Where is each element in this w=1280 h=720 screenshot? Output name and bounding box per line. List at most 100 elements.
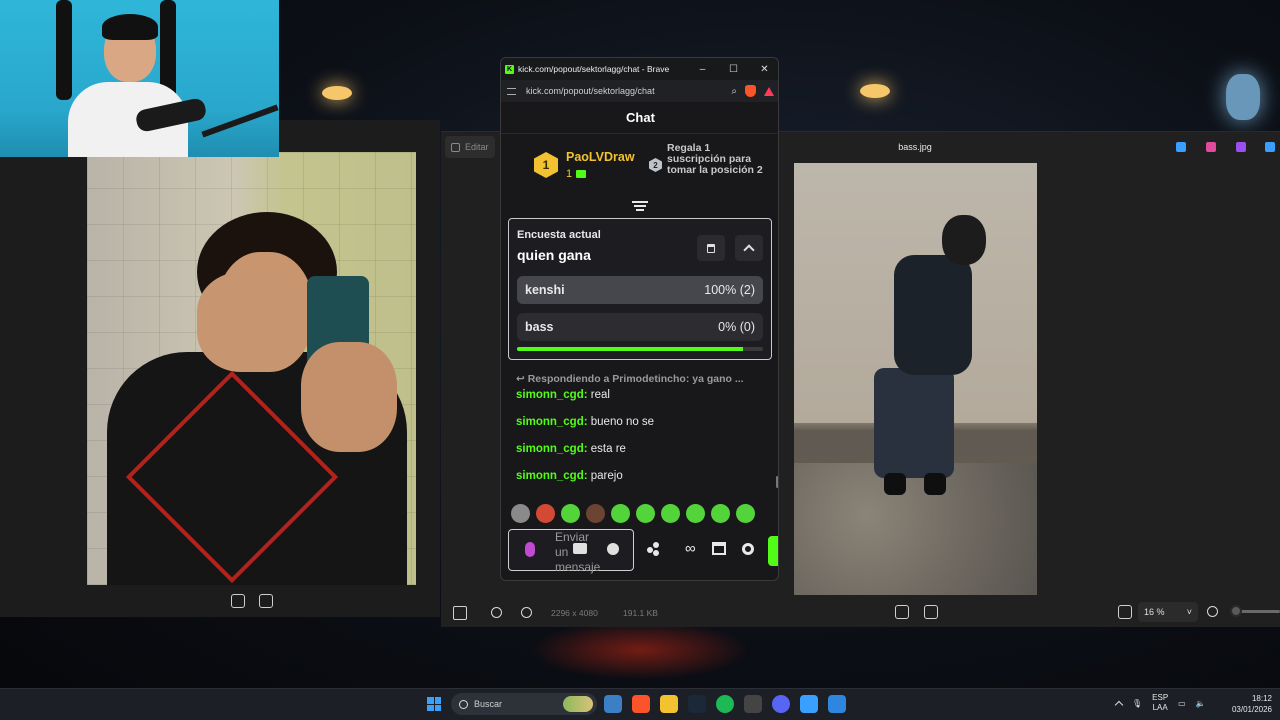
delete-poll-button[interactable] — [697, 235, 725, 261]
zoom-select[interactable]: 16 % ˅ — [1138, 602, 1198, 622]
app-icon[interactable] — [1236, 142, 1246, 152]
app-icon[interactable] — [828, 695, 846, 713]
minimize-button[interactable]: – — [687, 58, 718, 80]
fullscreen-icon[interactable] — [259, 594, 273, 608]
taskbar-clock[interactable]: 18:12 03/01/2026 — [1224, 693, 1272, 715]
chat-text: parejo — [590, 470, 623, 482]
window-titlebar: K kick.com/popout/sektorlagg/chat - Brav… — [501, 58, 778, 80]
maximize-button[interactable]: ☐ — [718, 58, 749, 80]
network-icon[interactable]: ▭ — [1178, 699, 1186, 708]
webcam-overlay — [0, 0, 279, 157]
edit-label: Editar — [465, 142, 489, 152]
send-button[interactable] — [768, 536, 778, 566]
emote[interactable] — [586, 503, 605, 523]
infinity-icon[interactable]: ∞ — [685, 541, 696, 556]
file-explorer-icon[interactable] — [660, 695, 678, 713]
emoji-icon[interactable] — [607, 543, 619, 555]
url-text[interactable]: kick.com/popout/sektorlagg/chat — [526, 86, 655, 96]
taskbar-apps — [604, 695, 846, 713]
volume-icon[interactable]: 🔈 — [1196, 699, 1206, 708]
right-photo-image — [794, 163, 1037, 595]
store-icon[interactable] — [711, 542, 726, 555]
fullscreen-icon[interactable] — [924, 605, 938, 619]
emote[interactable] — [636, 503, 655, 523]
leader-username[interactable]: PaoLVDraw — [566, 150, 635, 164]
window-title: kick.com/popout/sektorlagg/chat - Brave — [518, 64, 670, 74]
collapse-poll-button[interactable] — [735, 235, 763, 261]
gift-leaderboard: 1 PaoLVDraw 1 2 Regala 1 suscripción par… — [501, 135, 778, 201]
chat-message: simonn_cgd: real — [516, 389, 610, 401]
zoom-out-icon[interactable] — [1207, 606, 1218, 617]
emote[interactable] — [661, 503, 680, 523]
app-icon[interactable] — [1206, 142, 1216, 152]
background-light — [322, 86, 352, 100]
leaderboard-prompt: Regala 1 suscripción para tomar la posic… — [667, 142, 763, 176]
chevron-up-icon[interactable] — [1114, 700, 1124, 710]
rank-badge: 1 — [534, 152, 558, 178]
emote[interactable] — [511, 503, 530, 523]
brave-chat-popup: K kick.com/popout/sektorlagg/chat - Brav… — [500, 57, 779, 581]
gear-icon[interactable] — [741, 542, 754, 555]
chevron-up-icon — [743, 244, 755, 256]
app-icon[interactable] — [1265, 142, 1275, 152]
microphone-icon[interactable] — [525, 542, 535, 557]
message-input[interactable]: Enviar un mensaje — [508, 529, 634, 574]
notepad-app-icon[interactable] — [800, 695, 818, 713]
fit-screen-icon[interactable] — [895, 605, 909, 619]
gift-count: 1 — [566, 168, 573, 180]
chat-username[interactable]: simonn_cgd: — [516, 389, 588, 401]
heart-icon[interactable] — [491, 607, 502, 618]
filmstrip-icon[interactable] — [453, 606, 467, 620]
spotify-app-icon[interactable] — [716, 695, 734, 713]
background-light — [1226, 74, 1260, 120]
app-icon[interactable] — [1176, 142, 1186, 152]
chat-username[interactable]: simonn_cgd: — [516, 416, 588, 428]
predictions-icon[interactable] — [647, 541, 669, 556]
brave-rewards-icon[interactable] — [764, 86, 774, 96]
reply-context: ↩ Respondiendo a Primodetincho: ya gano … — [516, 373, 744, 385]
site-settings-icon[interactable] — [507, 87, 516, 95]
microphone-icon[interactable]: 🎙 — [1132, 699, 1142, 708]
pencil-icon — [451, 142, 460, 152]
actual-size-icon[interactable] — [1118, 605, 1132, 619]
poll-option[interactable]: kenshi 100% (2) — [517, 276, 763, 304]
chat-username[interactable]: simonn_cgd: — [516, 443, 588, 455]
discord-app-icon[interactable] — [772, 695, 790, 713]
emote[interactable] — [561, 503, 580, 523]
poll-option-result: 0% (0) — [718, 320, 755, 334]
emote[interactable] — [736, 503, 755, 523]
start-button[interactable] — [427, 697, 441, 711]
search-highlight-image — [563, 696, 593, 712]
brave-app-icon[interactable] — [632, 695, 650, 713]
translate-icon[interactable] — [573, 543, 587, 554]
zoom-icon[interactable]: ⌕ — [731, 86, 737, 97]
taskbar-search[interactable]: Buscar — [451, 693, 597, 715]
chat-message: simonn_cgd: esta re — [516, 443, 626, 455]
info-icon[interactable] — [521, 607, 532, 618]
clock-date: 03/01/2026 — [1231, 705, 1272, 714]
kick-favicon: K — [505, 64, 514, 74]
search-icon — [459, 699, 468, 709]
chat-scrollbar[interactable] — [776, 476, 778, 488]
collapse-leaderboard-icon[interactable] — [632, 199, 648, 211]
close-button[interactable]: ✕ — [749, 58, 778, 80]
chat-message: simonn_cgd: bueno no se — [516, 416, 654, 428]
edit-button[interactable]: Editar — [445, 136, 495, 158]
zoom-slider-thumb[interactable] — [1230, 605, 1242, 617]
photos-app-icon[interactable] — [604, 695, 622, 713]
address-bar[interactable]: kick.com/popout/sektorlagg/chat ⌕ — [501, 80, 778, 102]
emote[interactable] — [711, 503, 730, 523]
chat-message: simonn_cgd: parejo — [516, 470, 623, 482]
chat-username[interactable]: simonn_cgd: — [516, 470, 588, 482]
emote[interactable] — [686, 503, 705, 523]
app-icon[interactable] — [744, 695, 762, 713]
poll-option[interactable]: bass 0% (0) — [517, 313, 763, 341]
steam-app-icon[interactable] — [688, 695, 706, 713]
chat-toolbar: ∞ — [647, 541, 754, 556]
fit-screen-icon[interactable] — [231, 594, 245, 608]
emote[interactable] — [536, 503, 555, 523]
brave-shields-icon[interactable] — [745, 85, 756, 97]
language-indicator[interactable]: ESP LAA — [1152, 693, 1168, 713]
system-tray: 🎙 ESP LAA ▭ 🔈 — [1114, 693, 1206, 713]
emote[interactable] — [611, 503, 630, 523]
